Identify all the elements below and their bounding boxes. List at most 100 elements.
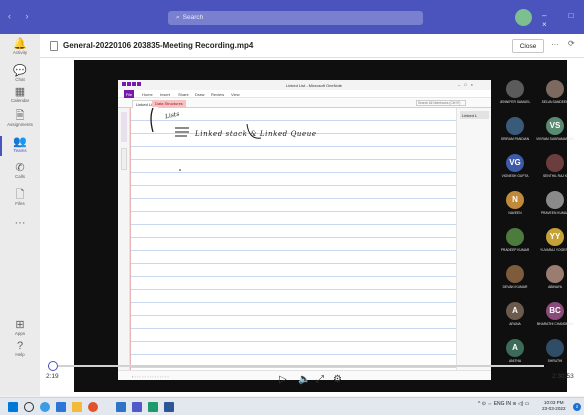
participant-avatar (546, 265, 564, 283)
windows-taskbar: ^ ⊙ ⇔ ENG IN ≋ ◁) ▭ 10:03 PM 23-03-2022 … (0, 397, 584, 415)
ribbon-tab-view: View (231, 92, 240, 97)
rail-item-label: Calendar (10, 98, 30, 103)
participant-name: YUVARAJ YOGESH (540, 248, 570, 252)
teams-app-icon[interactable] (132, 402, 142, 412)
chat-icon: 💬 (13, 65, 27, 77)
assignments-icon: 🗎 (15, 110, 25, 122)
apps-icon: ⊞ (15, 319, 25, 331)
participant-avatar (546, 154, 564, 172)
participant-tile[interactable]: SELVA SANDEEP (535, 76, 575, 112)
participant-avatar: N (506, 191, 524, 209)
history-nav-arrows[interactable]: ‹ › (8, 11, 35, 21)
search-input[interactable]: ⌕ Search (168, 11, 423, 25)
participant-avatar (546, 191, 564, 209)
participant-name: SENTHIL RAJ K (542, 174, 568, 178)
store-icon[interactable] (56, 402, 66, 412)
participant-tile[interactable]: VS VIKRAM SUBRAMANIAN (535, 113, 575, 149)
rail-item-teams[interactable]: 👥 Teams (0, 136, 40, 156)
open-in-browser-icon[interactable]: ⟳ (568, 39, 575, 48)
windows-start-icon[interactable] (8, 402, 18, 412)
rail-item-label: Calls (14, 174, 25, 179)
profile-avatar[interactable] (515, 9, 532, 26)
bell-icon: 🔔 (13, 38, 27, 50)
close-button[interactable]: Close (512, 39, 544, 53)
taskbar-clock[interactable]: 10:03 PM 23-03-2022 (542, 400, 566, 412)
participant-tile[interactable]: ABINAYA (535, 261, 575, 297)
onenote-section-tabs: Linked List Data Structures Search All N… (118, 98, 491, 109)
rail-item-label: Files (15, 201, 25, 206)
video-stage: Linked List - Microsoft OneNote –□× File… (40, 58, 584, 396)
system-tray[interactable]: ^ ⊙ ⇔ ENG IN ≋ ◁) ▭ (478, 401, 530, 407)
video-frame[interactable]: Linked List - Microsoft OneNote –□× File… (74, 60, 574, 392)
participant-tile[interactable]: PRADEEP KUMAR (495, 224, 535, 260)
participant-avatar: VS (546, 117, 564, 135)
rail-item-help[interactable]: ? Help (0, 340, 40, 357)
teams-taskbar-icon[interactable] (116, 402, 126, 412)
onenote-window: Linked List - Microsoft OneNote –□× File… (118, 80, 491, 380)
onenote-window-title: Linked List - Microsoft OneNote (286, 83, 343, 88)
participant-tile[interactable]: YY YUVARAJ YOGESH (535, 224, 575, 260)
fullscreen-icon[interactable]: ⤢ (316, 375, 324, 385)
total-time: 2:30:53 (552, 373, 574, 380)
rail-item-calendar[interactable]: ▦ Calendar (0, 86, 40, 103)
file-explorer-icon[interactable] (72, 402, 82, 412)
rail-item-calls[interactable]: ✆ Calls (0, 162, 40, 179)
participant-tile[interactable]: JENNIFER SAMUEL (495, 76, 535, 112)
participant-name: VIGNESH GUPTA (501, 174, 529, 178)
taskbar-search-icon[interactable] (24, 402, 34, 412)
window-controls[interactable]: – □ × (542, 11, 584, 29)
seek-bar-handle[interactable] (47, 361, 58, 371)
pages-bar (121, 148, 127, 170)
elapsed-time: 2:19 (46, 373, 59, 380)
quick-access-icons (122, 82, 152, 88)
participant-tile[interactable]: DEVAKI KUMAR (495, 261, 535, 297)
participants-panel: JENNIFER SAMUEL SELVA SANDEEP SRIRAM PANDI… (495, 76, 575, 386)
participant-name: PRAVEEN KUMAR (540, 211, 570, 215)
participant-name: SHRUTHI (547, 359, 563, 363)
rail-item-files[interactable]: 🗋 Files (0, 189, 40, 206)
play-icon[interactable]: ▷ (279, 375, 287, 385)
file-title: General-20220106 203835-Meeting Recordin… (63, 41, 254, 50)
volume-icon[interactable]: 🔈 (298, 375, 310, 385)
participant-tile[interactable]: BC BHARATHI CHANDRAN (535, 298, 575, 334)
participant-tile[interactable]: PRAVEEN KUMAR (535, 187, 575, 223)
ribbon-tab-review: Review (211, 92, 225, 97)
seek-bar[interactable] (47, 361, 544, 371)
participant-tile[interactable]: N NAVEEN (495, 187, 535, 223)
participant-tile[interactable]: A ARUNA (495, 298, 535, 334)
photos-icon[interactable] (164, 402, 174, 412)
calendar-icon: ▦ (14, 86, 26, 98)
edge-icon[interactable] (40, 402, 50, 412)
settings-gear-icon[interactable]: ⚙ (333, 375, 342, 385)
teams-title-bar: ‹ › ⌕ Search – □ × (0, 0, 584, 34)
rail-item-label: Chat (15, 77, 25, 82)
participant-name: NAVEEN (508, 211, 522, 215)
app-rail: 🔔 Activity 💬 Chat ▦ Calendar 🗎 Assignments 👥 Team… (0, 34, 40, 396)
onenote-ribbon: File Home Insert Share Draw Review View (118, 90, 491, 98)
participant-avatar (506, 117, 524, 135)
rail-item-more[interactable]: ··· (0, 217, 40, 229)
help-icon: ? (16, 340, 24, 352)
onenote-title-bar: Linked List - Microsoft OneNote –□× (118, 80, 491, 90)
notebook-bar (121, 112, 127, 142)
participant-tile[interactable]: SENTHIL RAJ K (535, 150, 575, 186)
rail-item-apps[interactable]: ⊞ Apps (0, 319, 40, 336)
browser-icon[interactable] (88, 402, 98, 412)
participant-tile[interactable]: SRIRAM PANDIAN (495, 113, 535, 149)
file-icon (50, 41, 58, 51)
rail-item-chat[interactable]: 💬 Chat (0, 65, 40, 82)
excel-icon[interactable] (148, 402, 158, 412)
participant-tile[interactable]: VG VIGNESH GUPTA (495, 150, 535, 186)
notification-badge[interactable]: 2 (573, 403, 581, 411)
handwriting-drawing (150, 108, 262, 171)
participant-avatar: A (506, 339, 524, 357)
calls-icon: ✆ (15, 162, 25, 174)
participant-name: SRIRAM PANDIAN (500, 137, 530, 141)
page-list-item: Linked L (460, 111, 489, 119)
participant-name: SELVA SANDEEP (541, 100, 569, 104)
rail-item-assignments[interactable]: 🗎 Assignments (0, 110, 40, 127)
rail-item-activity[interactable]: 🔔 Activity (0, 38, 40, 55)
clock-date: 23-03-2022 (542, 406, 566, 411)
file-viewer-header: General-20220106 203835-Meeting Recordin… (40, 34, 584, 58)
more-options-icon[interactable]: ··· (551, 40, 559, 49)
